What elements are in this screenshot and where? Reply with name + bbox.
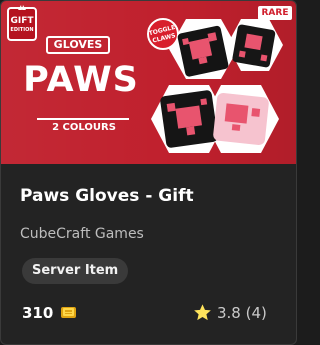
- product-artwork: TOGGLE CLAWS: [147, 18, 283, 153]
- star-icon: [194, 304, 211, 321]
- gift-bow-icon: [18, 5, 26, 10]
- rating-value: 3.8 (4): [217, 304, 267, 322]
- gift-edition-badge: GIFT EDITION: [7, 5, 37, 41]
- edition-label: EDITION: [10, 27, 34, 33]
- category-label: GLOVES: [46, 36, 110, 54]
- product-banner: GIFT EDITION GLOVES PAWS 2 COLOURS RARE …: [1, 1, 296, 164]
- gift-label: GIFT: [10, 16, 34, 26]
- black-glove-bottom: [160, 90, 218, 148]
- variant-label: 2 COLOURS: [52, 122, 116, 133]
- black-glove-right: [232, 24, 276, 68]
- toggle-claws-sticker: TOGGLE CLAWS: [147, 18, 179, 50]
- black-glove-top: [177, 25, 229, 77]
- divider: [37, 118, 129, 120]
- product-wordmark: PAWS: [23, 60, 139, 100]
- server-item-tag: Server Item: [22, 258, 129, 284]
- product-card[interactable]: GIFT EDITION GLOVES PAWS 2 COLOURS RARE …: [0, 0, 297, 345]
- product-title[interactable]: Paws Gloves - Gift: [20, 185, 194, 207]
- price-amount: 310: [22, 304, 54, 322]
- creator-name[interactable]: CubeCraft Games: [20, 225, 144, 243]
- pink-glove: [213, 93, 269, 145]
- minecoin-icon: [61, 307, 76, 318]
